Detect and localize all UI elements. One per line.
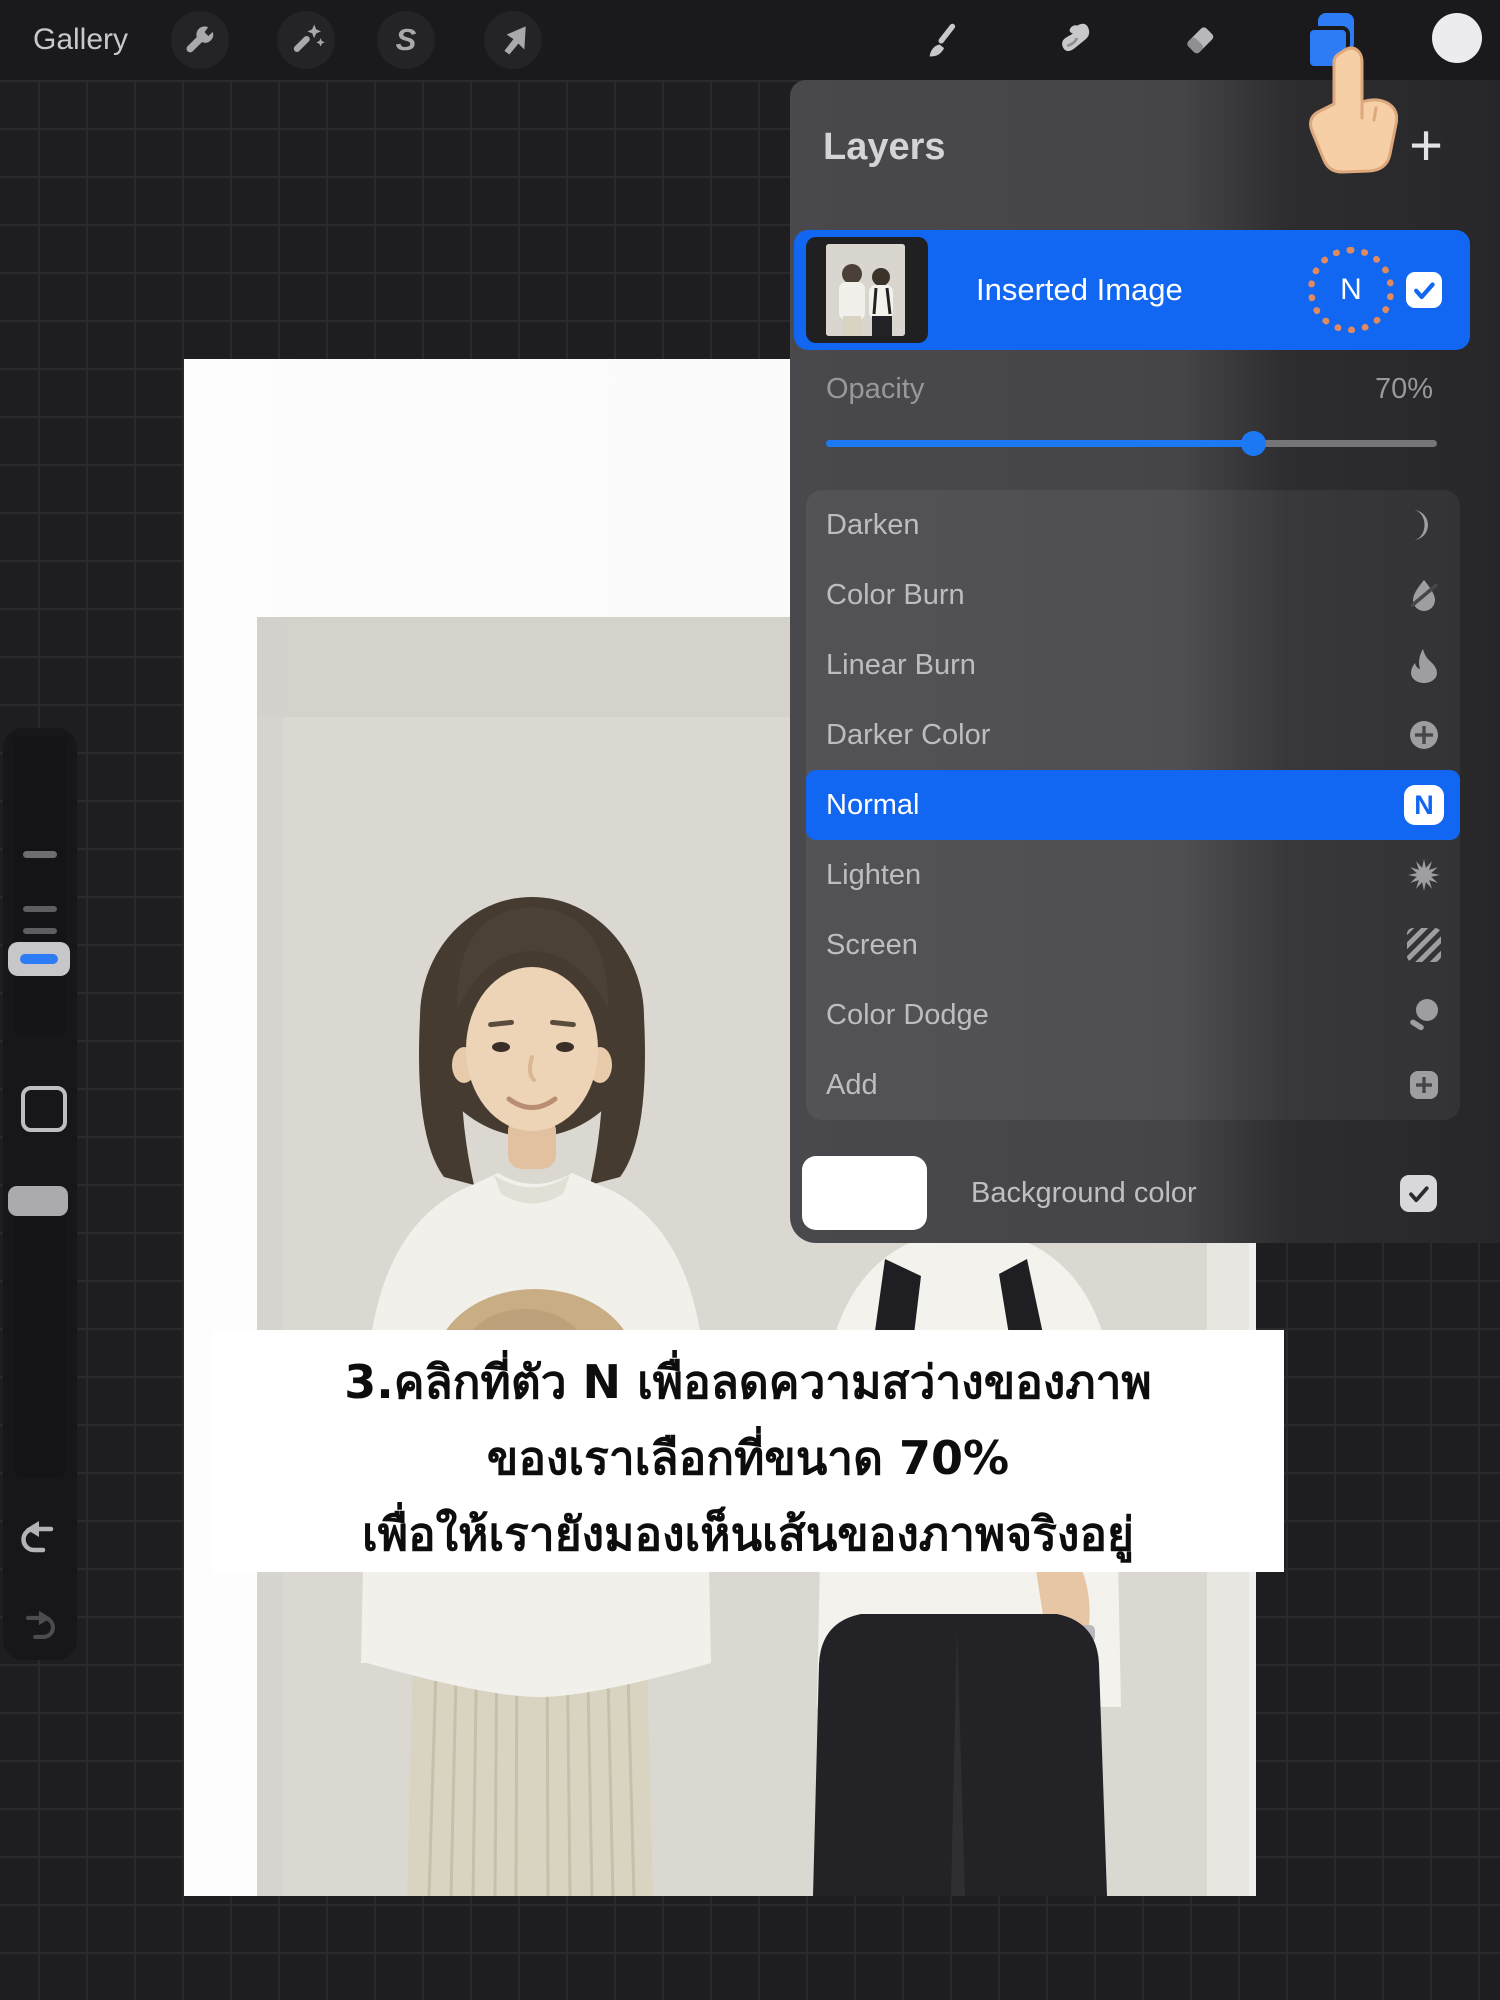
opacity-slider-fill	[826, 431, 1266, 456]
actions-button[interactable]	[171, 11, 229, 69]
gallery-button[interactable]: Gallery	[33, 0, 128, 80]
blend-mode-linear-burn[interactable]: Linear Burn	[806, 630, 1460, 700]
layer-visibility-checkbox[interactable]	[1406, 272, 1442, 308]
size-slider-handle[interactable]	[8, 942, 70, 976]
starburst-icon	[1408, 859, 1440, 891]
blend-mode-lighten[interactable]: Lighten	[806, 840, 1460, 910]
opacity-value: 70%	[1374, 373, 1433, 405]
n-badge-icon: N	[1404, 785, 1444, 825]
blend-mode-add[interactable]: Add	[806, 1050, 1460, 1120]
opacity-label: Opacity	[826, 373, 925, 405]
caption-line: ของเราเลือกที่ขนาด 70%	[486, 1431, 1010, 1485]
opacity-slider-panel[interactable]	[826, 431, 1437, 456]
color-swatch-button[interactable]	[1432, 13, 1482, 63]
smudge-tool[interactable]	[1049, 17, 1095, 63]
selection-button[interactable]: S	[377, 11, 435, 69]
blend-mode-color-dodge[interactable]: Color Dodge	[806, 980, 1460, 1050]
magic-wand-icon	[293, 24, 325, 52]
caption-line: เพื่อให้เรายังมองเห็นเส้นของภาพจริงอยู่	[362, 1507, 1134, 1561]
transform-arrow-icon	[504, 26, 526, 55]
droplet-slash-icon	[1410, 580, 1438, 611]
caption-line: 3.คลิกที่ตัว N เพื่อลดความสว่างของภาพ	[344, 1355, 1152, 1409]
brush-tool[interactable]	[922, 17, 968, 63]
slider-mark	[23, 906, 57, 912]
opacity-slider-thumb[interactable]	[1240, 431, 1266, 456]
wrench-icon	[186, 26, 214, 53]
blend-mode-color-burn[interactable]: Color Burn	[806, 560, 1460, 630]
eraser-tool[interactable]	[1177, 17, 1223, 63]
blend-mode-list: Darken Color Burn Linear Burn Darker Col…	[806, 490, 1460, 1120]
slider-handle-accent	[20, 954, 58, 964]
blend-mode-normal[interactable]: Normal N	[806, 770, 1460, 840]
background-color-swatch[interactable]	[802, 1156, 927, 1230]
check-icon	[1414, 282, 1435, 300]
square-plus-icon	[1410, 1071, 1438, 1099]
flame-icon	[1411, 649, 1437, 683]
blend-mode-badge[interactable]: N	[1308, 247, 1394, 333]
redo-icon[interactable]	[17, 1608, 59, 1646]
add-layer-button[interactable]: +	[1398, 117, 1454, 176]
transform-button[interactable]	[484, 11, 542, 69]
sidebar-tools	[3, 728, 77, 1660]
background-visibility-checkbox[interactable]	[1400, 1175, 1437, 1212]
tutorial-caption: 3.คลิกที่ตัว N เพื่อลดความสว่างของภาพ ขอ…	[212, 1330, 1284, 1572]
selection-icon: S	[395, 22, 417, 57]
check-icon	[1409, 1186, 1429, 1203]
moon-icon	[1413, 510, 1428, 540]
eraser-icon	[1187, 27, 1214, 54]
background-color-row[interactable]: Background color	[790, 1156, 1474, 1230]
layer-row-selected[interactable]: Inserted Image N	[794, 230, 1470, 350]
circle-plus-icon	[1410, 721, 1438, 749]
blend-mode-darken[interactable]: Darken	[806, 490, 1460, 560]
smudge-icon	[1062, 23, 1090, 52]
dodge-icon	[1410, 999, 1438, 1031]
panel-title: Layers	[823, 126, 946, 168]
blend-mode-darker-color[interactable]: Darker Color	[806, 700, 1460, 770]
top-toolbar: Gallery S	[0, 0, 1500, 80]
background-color-label: Background color	[971, 1177, 1197, 1209]
slider-mark	[23, 851, 57, 858]
hatch-icon	[1407, 928, 1441, 962]
modify-button[interactable]	[21, 1086, 67, 1132]
procreate-screen: 3.คลิกที่ตัว N เพื่อลดความสว่างของภาพ ขอ…	[0, 0, 1500, 2000]
undo-icon[interactable]	[17, 1518, 63, 1560]
layer-thumbnail	[806, 237, 928, 343]
layer-name: Inserted Image	[976, 272, 1183, 307]
layers-panel: Layers + Inserted Image N Opacity 70% Da…	[790, 80, 1500, 1243]
opacity-slider[interactable]	[13, 1216, 67, 1478]
brush-size-slider[interactable]	[13, 736, 67, 1036]
opacity-slider-handle[interactable]	[8, 1186, 68, 1216]
layer-thumbnail-image	[826, 244, 905, 336]
slider-mark	[23, 928, 57, 934]
pointing-finger-icon	[1309, 46, 1398, 174]
brush-icon	[929, 23, 956, 57]
blend-mode-screen[interactable]: Screen	[806, 910, 1460, 980]
adjustments-button[interactable]	[277, 11, 335, 69]
